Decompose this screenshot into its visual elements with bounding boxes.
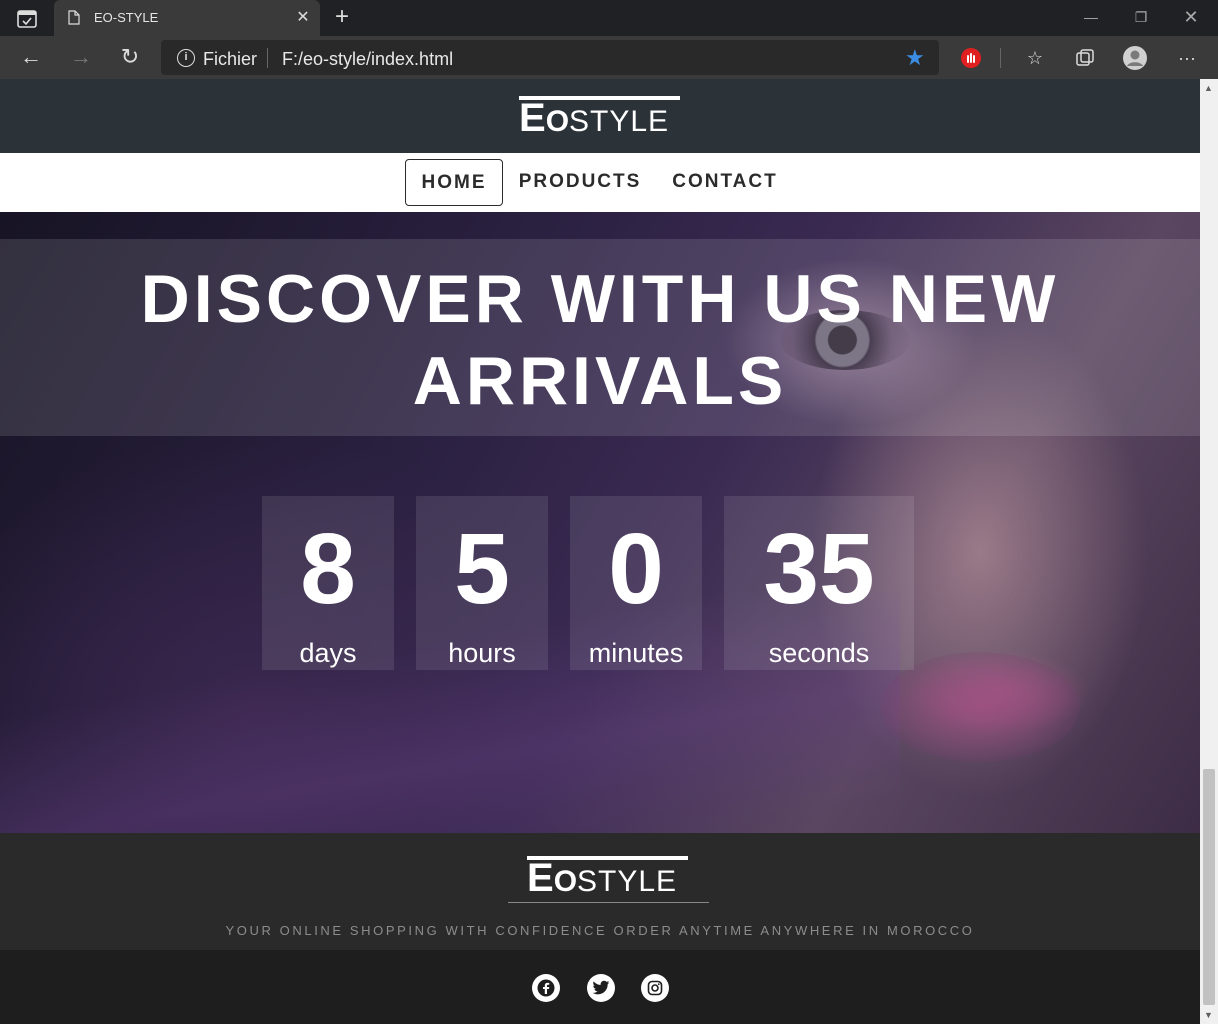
scroll-thumb[interactable] <box>1203 769 1215 1005</box>
footer-logo-text: STYLE <box>577 865 678 898</box>
nav-products[interactable]: PRODUCTS <box>512 159 648 206</box>
instagram-icon[interactable] <box>641 974 669 1002</box>
countdown-minutes-value: 0 <box>608 513 664 625</box>
hero-title: DISCOVER WITH US NEW ARRIVALS <box>140 261 1060 419</box>
browser-toolbar: ← → ↻ i Fichier F:/eo-style/index.html ★… <box>0 36 1218 79</box>
logo-letter-e: E <box>519 96 546 140</box>
countdown-days-label: days <box>299 638 357 668</box>
tab-actions-icon[interactable] <box>14 8 40 30</box>
forward-icon[interactable]: → <box>67 44 95 72</box>
logo-letter-o: O <box>545 105 570 138</box>
restore-icon[interactable]: ❐ <box>1126 6 1156 28</box>
countdown-hours-value: 5 <box>454 513 510 625</box>
address-scheme-label: Fichier <box>203 49 258 69</box>
page-scrollbar[interactable]: ▲ ▼ <box>1200 79 1218 1024</box>
site-logo[interactable]: E O STYLE <box>519 96 681 138</box>
url-text[interactable]: F:/eo-style/index.html <box>282 49 453 70</box>
countdown-minutes-label: minutes <box>588 638 684 668</box>
collections-icon[interactable] <box>1071 44 1099 72</box>
favorites-icon[interactable]: ☆ <box>1021 44 1049 72</box>
address-bar[interactable]: i Fichier F:/eo-style/index.html ★ <box>161 40 939 75</box>
scroll-up-arrow-icon[interactable]: ▲ <box>1204 83 1213 93</box>
logo-text: STYLE <box>569 105 670 138</box>
footer-divider <box>508 902 709 903</box>
favorite-star-icon[interactable]: ★ <box>905 45 925 71</box>
footer-tagline: YOUR ONLINE SHOPPING WITH CONFIDENCE ORD… <box>225 923 975 938</box>
nav-home[interactable]: HOME <box>405 159 503 206</box>
logo-bar <box>519 96 680 100</box>
facebook-icon[interactable] <box>532 974 560 1002</box>
countdown-seconds-value: 35 <box>763 513 875 625</box>
countdown-days: 8 days <box>262 496 394 670</box>
browser-tab[interactable]: EO-STYLE ✕ <box>54 0 320 36</box>
profile-avatar-icon[interactable] <box>1121 44 1149 72</box>
close-tab-icon[interactable]: ✕ <box>294 9 312 27</box>
minimize-icon[interactable]: — <box>1076 6 1106 28</box>
hero-section: DISCOVER WITH US NEW ARRIVALS 8 days 5 h… <box>0 212 1200 833</box>
countdown-seconds: 35 seconds <box>724 496 914 670</box>
extension-icon[interactable] <box>957 44 985 72</box>
browser-tab-bar: EO-STYLE ✕ + — ❐ ✕ <box>0 0 1218 36</box>
site-footer: E O STYLE YOUR ONLINE SHOPPING WITH CONF… <box>0 833 1200 950</box>
countdown-seconds-label: seconds <box>768 638 870 668</box>
toolbar-separator <box>1000 48 1001 68</box>
reload-icon[interactable]: ↻ <box>116 44 144 72</box>
scroll-down-arrow-icon[interactable]: ▼ <box>1204 1010 1213 1020</box>
web-page: E O STYLE HOME PRODUCTS CONTACT DISCOVER… <box>0 79 1200 1024</box>
footer-logo-bar <box>527 856 688 860</box>
site-header: E O STYLE <box>0 79 1200 153</box>
footer-logo[interactable]: E O STYLE <box>527 856 689 898</box>
main-nav: HOME PRODUCTS CONTACT <box>0 153 1200 212</box>
tab-title: EO-STYLE <box>94 10 159 25</box>
countdown-hours-label: hours <box>448 638 516 668</box>
social-bar <box>0 950 1200 1024</box>
countdown-days-value: 8 <box>300 513 356 625</box>
address-separator <box>267 48 268 68</box>
footer-logo-letter-e: E <box>527 856 554 900</box>
countdown-minutes: 0 minutes <box>570 496 702 670</box>
twitter-icon[interactable] <box>587 974 615 1002</box>
info-icon[interactable]: i <box>177 49 195 67</box>
more-menu-icon[interactable]: ··· <box>1173 44 1201 72</box>
new-tab-icon[interactable]: + <box>330 5 354 30</box>
close-window-icon[interactable]: ✕ <box>1176 6 1206 28</box>
document-icon <box>68 10 80 25</box>
footer-logo-letter-o: O <box>553 865 578 898</box>
countdown-hours: 5 hours <box>416 496 548 670</box>
back-icon[interactable]: ← <box>17 44 45 72</box>
nav-contact[interactable]: CONTACT <box>664 159 786 206</box>
